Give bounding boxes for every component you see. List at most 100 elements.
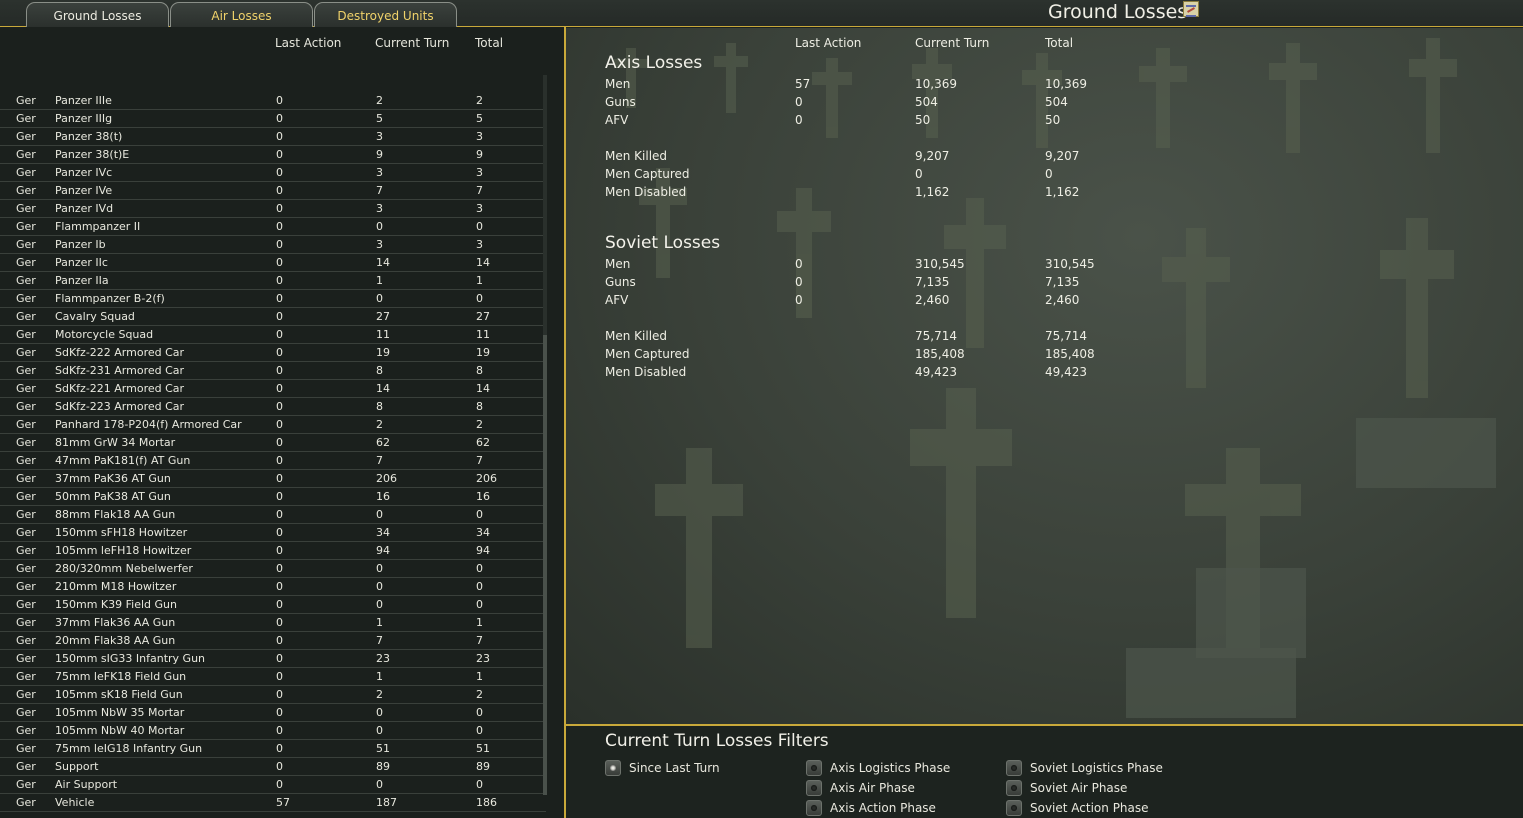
unit-nationality: Ger xyxy=(16,544,36,557)
table-row[interactable]: Ger Support 0 89 89 xyxy=(0,758,546,776)
table-row[interactable]: Ger 37mm PaK36 AT Gun 0 206 206 xyxy=(0,470,546,488)
unit-current-turn: 1 xyxy=(376,616,383,629)
table-row[interactable]: Ger Air Support 0 0 0 xyxy=(0,776,546,794)
table-row[interactable]: Ger 150mm sIG33 Infantry Gun 0 23 23 xyxy=(0,650,546,668)
unit-last-action: 0 xyxy=(276,436,283,449)
table-row[interactable]: Ger 150mm K39 Field Gun 0 0 0 xyxy=(0,596,546,614)
soviet-detail-label: Men Disabled xyxy=(605,365,687,379)
unit-nationality: Ger xyxy=(16,292,36,305)
unit-current-turn: 206 xyxy=(376,472,397,485)
unit-last-action: 0 xyxy=(276,562,283,575)
unit-current-turn: 0 xyxy=(376,724,383,737)
radio-button[interactable] xyxy=(806,780,822,796)
table-row[interactable]: Ger 105mm NbW 35 Mortar 0 0 0 xyxy=(0,704,546,722)
table-row[interactable]: Ger 37mm Flak36 AA Gun 0 1 1 xyxy=(0,614,546,632)
table-row[interactable]: Ger 20mm Flak38 AA Gun 0 7 7 xyxy=(0,632,546,650)
unit-last-action: 0 xyxy=(276,580,283,593)
table-row[interactable]: Ger Motorcycle Squad 0 11 11 xyxy=(0,326,546,344)
tab-label: Air Losses xyxy=(211,9,272,23)
table-row[interactable]: Ger Panzer IIa 0 1 1 xyxy=(0,272,546,290)
table-row[interactable]: Ger 105mm sK18 Field Gun 0 2 2 xyxy=(0,686,546,704)
radio-button[interactable] xyxy=(1006,780,1022,796)
unit-total: 1 xyxy=(476,274,483,287)
unit-last-action: 0 xyxy=(276,382,283,395)
filter-label: Soviet Air Phase xyxy=(1030,781,1128,795)
table-row[interactable]: Ger Panzer IIIe 0 2 2 xyxy=(0,92,546,110)
table-row[interactable]: Ger Panzer 38(t) 0 3 3 xyxy=(0,128,546,146)
table-row[interactable]: Ger Panzer IIc 0 14 14 xyxy=(0,254,546,272)
table-row[interactable]: Ger 150mm sFH18 Howitzer 0 34 34 xyxy=(0,524,546,542)
axis-losses-heading: Axis Losses xyxy=(605,53,703,73)
table-row[interactable]: Ger 280/320mm Nebelwerfer 0 0 0 xyxy=(0,560,546,578)
table-row[interactable]: Ger 210mm M18 Howitzer 0 0 0 xyxy=(0,578,546,596)
summary-header-total: Total xyxy=(1045,36,1074,50)
tab-ground-losses[interactable]: Ground Losses xyxy=(26,2,169,27)
unit-name: Panzer Ib xyxy=(55,238,106,251)
unit-nationality: Ger xyxy=(16,580,36,593)
radio-button[interactable] xyxy=(806,760,822,776)
soviet-row-value: 0 xyxy=(795,275,803,289)
tab-air-losses[interactable]: Air Losses xyxy=(170,2,313,27)
scrollbar-thumb[interactable] xyxy=(543,335,547,795)
unit-name: Support xyxy=(55,760,99,773)
list-scrollbar[interactable] xyxy=(543,75,547,795)
table-row[interactable]: Ger Vehicle 57 187 186 xyxy=(0,794,546,812)
table-row[interactable]: Ger Cavalry Squad 0 27 27 xyxy=(0,308,546,326)
table-row[interactable]: Ger Flammpanzer II 0 0 0 xyxy=(0,218,546,236)
table-row[interactable]: Ger Flammpanzer B-2(f) 0 0 0 xyxy=(0,290,546,308)
radio-button[interactable] xyxy=(806,800,822,816)
table-row[interactable]: Ger Panzer IVc 0 3 3 xyxy=(0,164,546,182)
table-row[interactable]: Ger Panzer Ib 0 3 3 xyxy=(0,236,546,254)
unit-last-action: 0 xyxy=(276,670,283,683)
unit-last-action: 0 xyxy=(276,490,283,503)
unit-total: 0 xyxy=(476,220,483,233)
unit-total: 2 xyxy=(476,688,483,701)
axis-detail-label: Men Killed xyxy=(605,149,668,163)
header-last-action: Last Action xyxy=(275,36,342,50)
table-row[interactable]: Ger Panhard 178-P204(f) Armored Car 0 2 2 xyxy=(0,416,546,434)
unit-losses-list: Last Action Current Turn Total Ger Panzer… xyxy=(0,27,564,818)
soviet-losses-heading: Soviet Losses xyxy=(605,233,721,253)
table-row[interactable]: Ger Panzer IVd 0 3 3 xyxy=(0,200,546,218)
unit-current-turn: 51 xyxy=(376,742,390,755)
unit-last-action: 0 xyxy=(276,292,283,305)
unit-nationality: Ger xyxy=(16,202,36,215)
table-row[interactable]: Ger 105mm NbW 40 Mortar 0 0 0 xyxy=(0,722,546,740)
unit-name: SdKfz-223 Armored Car xyxy=(55,400,185,413)
table-row[interactable]: Ger 75mm leIG18 Infantry Gun 0 51 51 xyxy=(0,740,546,758)
unit-name: 75mm leIG18 Infantry Gun xyxy=(55,742,203,755)
table-row[interactable]: Ger SdKfz-223 Armored Car 0 8 8 xyxy=(0,398,546,416)
table-row[interactable]: Ger SdKfz-231 Armored Car 0 8 8 xyxy=(0,362,546,380)
report-icon[interactable] xyxy=(1183,1,1199,17)
radio-button[interactable] xyxy=(1006,800,1022,816)
soviet-detail-label: Men Killed xyxy=(605,329,668,343)
table-row[interactable]: Ger 81mm GrW 34 Mortar 0 62 62 xyxy=(0,434,546,452)
unit-current-turn: 2 xyxy=(376,94,383,107)
header-total: Total xyxy=(475,36,504,50)
table-row[interactable]: Ger 88mm Flak18 AA Gun 0 0 0 xyxy=(0,506,546,524)
unit-name: Panzer IVc xyxy=(55,166,113,179)
unit-name: 20mm Flak38 AA Gun xyxy=(55,634,176,647)
radio-button[interactable] xyxy=(1006,760,1022,776)
table-row[interactable]: Ger Panzer IIIg 0 5 5 xyxy=(0,110,546,128)
table-row[interactable]: Ger SdKfz-221 Armored Car 0 14 14 xyxy=(0,380,546,398)
unit-last-action: 0 xyxy=(276,310,283,323)
table-row[interactable]: Ger 47mm PaK181(f) AT Gun 0 7 7 xyxy=(0,452,546,470)
summary-table: Last Action Current Turn Total Axis Loss… xyxy=(566,28,1523,725)
unit-current-turn: 3 xyxy=(376,202,383,215)
unit-nationality: Ger xyxy=(16,364,36,377)
table-row[interactable]: Ger Panzer 38(t)E 0 9 9 xyxy=(0,146,546,164)
unit-current-turn: 3 xyxy=(376,166,383,179)
unit-current-turn: 7 xyxy=(376,454,383,467)
table-row[interactable]: Ger 105mm leFH18 Howitzer 0 94 94 xyxy=(0,542,546,560)
table-row[interactable]: Ger Panzer IVe 0 7 7 xyxy=(0,182,546,200)
table-row[interactable]: Ger 50mm PaK38 AT Gun 0 16 16 xyxy=(0,488,546,506)
unit-last-action: 0 xyxy=(276,454,283,467)
radio-button[interactable] xyxy=(605,760,621,776)
unit-total: 62 xyxy=(476,436,490,449)
unit-total: 23 xyxy=(476,652,490,665)
table-row[interactable]: Ger SdKfz-222 Armored Car 0 19 19 xyxy=(0,344,546,362)
tab-label: Ground Losses xyxy=(53,9,142,23)
tab-destroyed-units[interactable]: Destroyed Units xyxy=(314,2,457,27)
table-row[interactable]: Ger 75mm leFK18 Field Gun 0 1 1 xyxy=(0,668,546,686)
